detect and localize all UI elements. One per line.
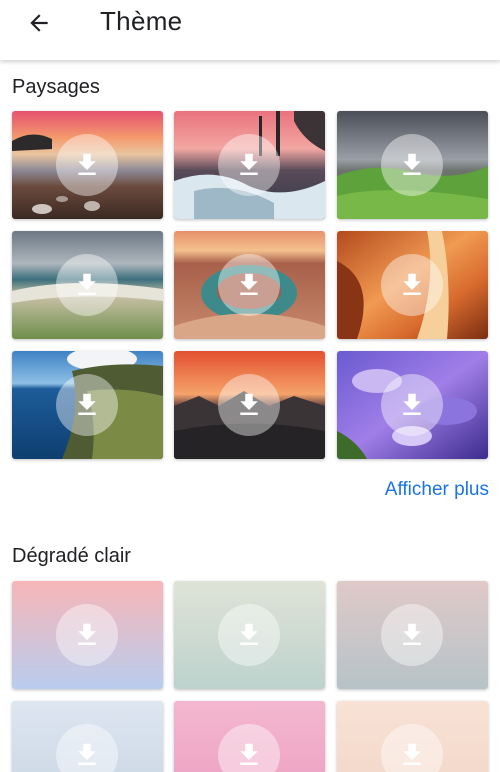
theme-tile-purple-stream[interactable] [337,351,488,459]
download-icon [240,393,258,415]
theme-tile-pink-blue-gradient[interactable] [12,581,163,689]
theme-tile-grey-green-gradient[interactable] [174,581,325,689]
download-icon [240,623,258,645]
section-title-light-gradient: Dégradé clair [12,545,131,567]
download-icon [403,273,421,295]
download-icon [78,273,96,295]
theme-tile-pink-gradient[interactable] [174,701,325,772]
download-button[interactable] [56,724,118,772]
arrow-left-icon [30,14,48,32]
download-button[interactable] [381,254,443,316]
download-button[interactable] [381,604,443,666]
download-icon [403,743,421,765]
section-title-landscapes: Paysages [12,76,100,98]
theme-tile-beach-sunset[interactable] [12,111,163,219]
download-icon [78,393,96,415]
page-title: Thème [100,6,183,36]
download-button[interactable] [218,374,280,436]
download-icon [240,273,258,295]
download-button[interactable] [381,374,443,436]
theme-tile-mauve-grey-gradient[interactable] [337,581,488,689]
download-icon [240,743,258,765]
download-icon [403,153,421,175]
download-icon [240,153,258,175]
download-button[interactable] [56,604,118,666]
download-icon [78,743,96,765]
theme-tile-waterfall-dusk[interactable] [174,111,325,219]
theme-tile-green-hills[interactable] [337,111,488,219]
download-button[interactable] [218,254,280,316]
back-button[interactable] [22,6,56,40]
download-button[interactable] [218,724,280,772]
download-button[interactable] [56,374,118,436]
theme-tile-light-blue-gradient[interactable] [12,701,163,772]
theme-tile-shoreline[interactable] [12,231,163,339]
download-icon [78,623,96,645]
download-button[interactable] [218,604,280,666]
download-button[interactable] [56,254,118,316]
theme-tile-coastal-cliffs[interactable] [12,351,163,459]
download-button[interactable] [381,134,443,196]
download-button[interactable] [381,724,443,772]
theme-tile-peach-gradient[interactable] [337,701,488,772]
download-icon [403,393,421,415]
app-bar: Thème [0,0,500,60]
download-icon [78,153,96,175]
download-icon [403,623,421,645]
show-more-link[interactable]: Afficher plus [385,479,489,501]
theme-tile-horseshoe-bend[interactable] [174,231,325,339]
download-button[interactable] [56,134,118,196]
theme-tile-mountain-sunset[interactable] [174,351,325,459]
theme-tile-antelope-canyon[interactable] [337,231,488,339]
download-button[interactable] [218,134,280,196]
